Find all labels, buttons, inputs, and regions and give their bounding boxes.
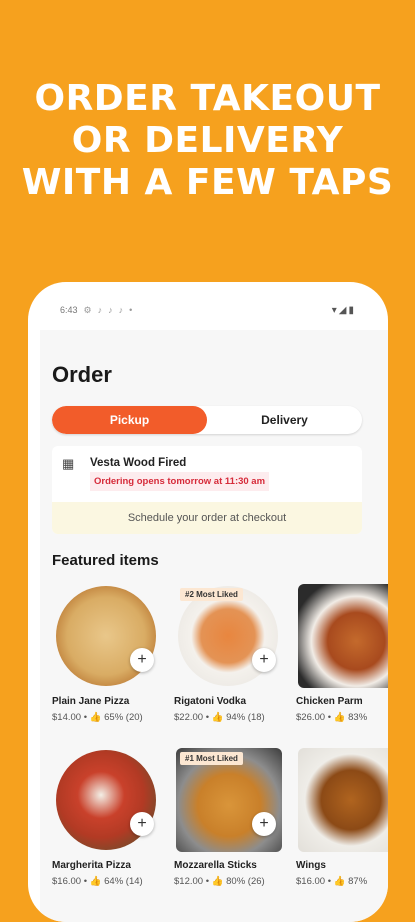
featured-items-title: Featured items bbox=[52, 552, 159, 569]
store-card[interactable]: ▦ Vesta Wood Fired Ordering opens tomorr… bbox=[52, 446, 362, 534]
item-name: Plain Jane Pizza bbox=[52, 696, 130, 707]
store-icon: ▦ bbox=[62, 456, 75, 471]
item-price-rating: $22.00 • 👍 94% (18) bbox=[174, 712, 265, 723]
item-name: Margherita Pizza bbox=[52, 860, 131, 871]
item-image: + bbox=[52, 582, 160, 690]
item-price-rating: $14.00 • 👍 65% (20) bbox=[52, 712, 143, 723]
most-liked-badge: #2 Most Liked bbox=[180, 588, 243, 601]
featured-item[interactable]: Wings $16.00 • 👍 87% bbox=[296, 746, 388, 887]
most-liked-badge: #1 Most Liked bbox=[180, 752, 243, 765]
featured-item[interactable]: + Margherita Pizza $16.00 • 👍 64% (14) bbox=[52, 746, 172, 887]
item-price-rating: $16.00 • 👍 64% (14) bbox=[52, 876, 143, 887]
signal-battery-icons: ▾◢▮ bbox=[331, 304, 356, 316]
status-time: 6:43 bbox=[60, 305, 78, 315]
item-name: Chicken Parm bbox=[296, 696, 363, 707]
add-item-button[interactable]: + bbox=[130, 812, 154, 836]
item-name: Wings bbox=[296, 860, 326, 871]
ordering-notice: Ordering opens tomorrow at 11:30 am bbox=[90, 472, 270, 491]
headline-line-3: WITH A FEW TAPS bbox=[21, 162, 394, 203]
order-type-toggle: Pickup Delivery bbox=[52, 406, 362, 434]
store-name: Vesta Wood Fired bbox=[90, 457, 187, 469]
item-image bbox=[296, 746, 388, 854]
add-item-button[interactable]: + bbox=[252, 812, 276, 836]
headline-line-1: ORDER TAKEOUT bbox=[34, 78, 381, 119]
item-image: #1 Most Liked + bbox=[174, 746, 282, 854]
page-title: Order bbox=[52, 362, 112, 387]
item-image: #2 Most Liked + bbox=[174, 582, 282, 690]
featured-item[interactable]: + Plain Jane Pizza $14.00 • 👍 65% (20) bbox=[52, 582, 172, 723]
headline-line-2: OR DELIVERY bbox=[71, 120, 344, 161]
item-price-rating: $16.00 • 👍 87% bbox=[296, 876, 368, 887]
add-item-button[interactable]: + bbox=[252, 648, 276, 672]
pickup-tab[interactable]: Pickup bbox=[52, 406, 207, 434]
headline: ORDER TAKEOUT OR DELIVERY WITH A FEW TAP… bbox=[0, 78, 415, 204]
item-price-rating: $26.00 • 👍 83% bbox=[296, 712, 368, 723]
schedule-banner: Schedule your order at checkout bbox=[52, 502, 362, 534]
add-item-button[interactable]: + bbox=[130, 648, 154, 672]
item-name: Rigatoni Vodka bbox=[174, 696, 247, 707]
notification-icons: ⚙♪♪♪• bbox=[83, 304, 139, 315]
featured-item[interactable]: #1 Most Liked + Mozzarella Sticks $12.00… bbox=[174, 746, 294, 887]
featured-item[interactable]: Chicken Parm $26.00 • 👍 83% bbox=[296, 582, 388, 723]
phone-frame: 6:43 ⚙♪♪♪• ▾◢▮ Order Pickup Delivery ▦ V… bbox=[28, 282, 388, 922]
item-price-rating: $12.00 • 👍 80% (26) bbox=[174, 876, 265, 887]
item-image bbox=[296, 582, 388, 690]
item-image: + bbox=[52, 746, 160, 854]
featured-item[interactable]: #2 Most Liked + Rigatoni Vodka $22.00 • … bbox=[174, 582, 294, 723]
delivery-tab[interactable]: Delivery bbox=[207, 406, 362, 434]
app-screen: Order Pickup Delivery ▦ Vesta Wood Fired… bbox=[40, 330, 388, 922]
item-name: Mozzarella Sticks bbox=[174, 860, 257, 871]
